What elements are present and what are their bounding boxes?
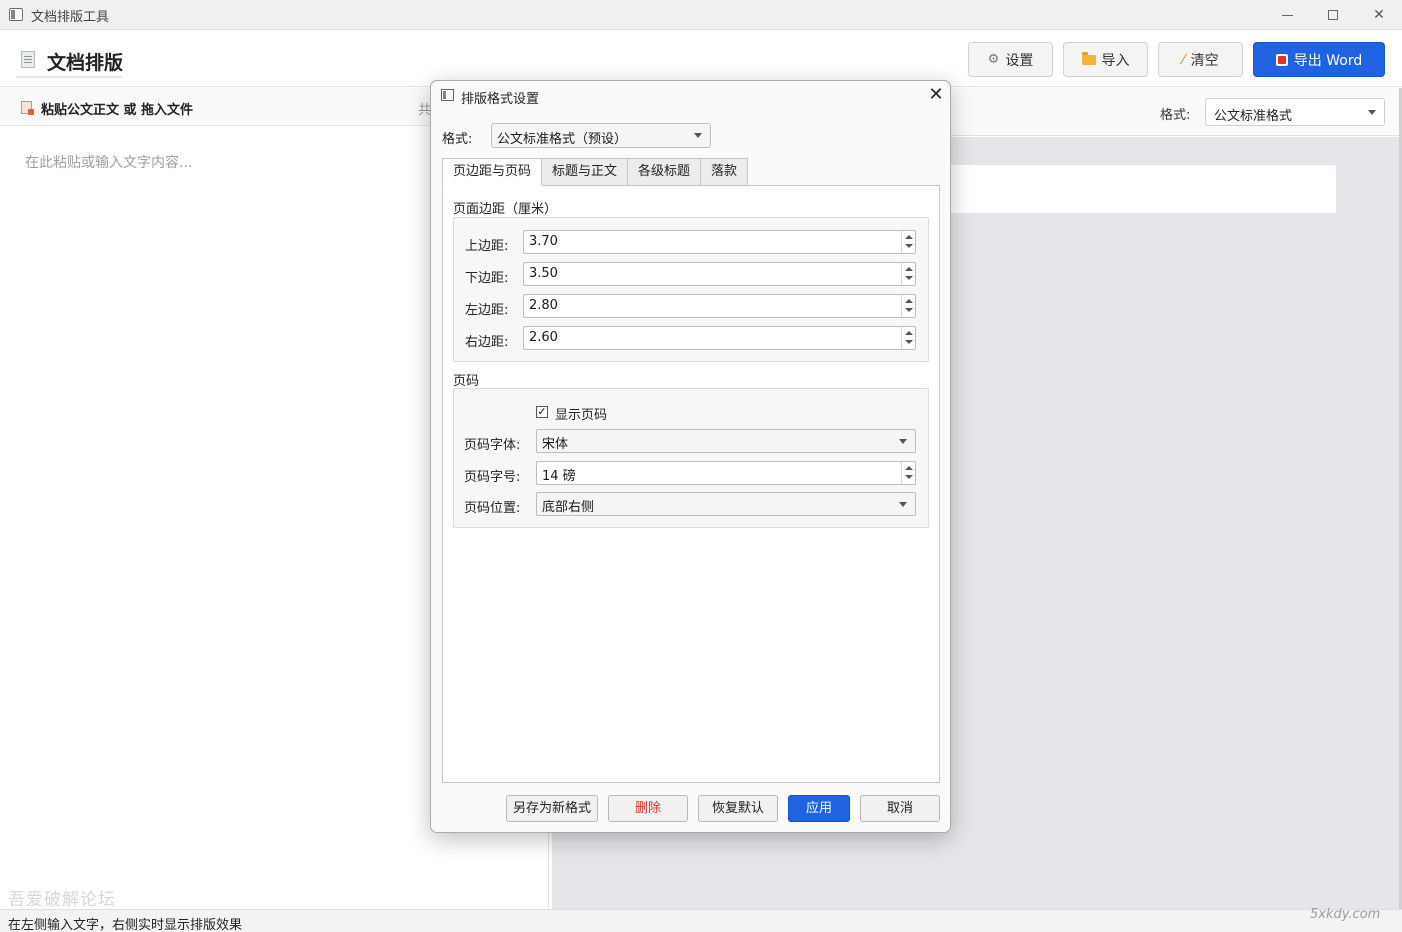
spin-arrows-icon[interactable] — [901, 263, 915, 285]
restore-default-button[interactable]: 恢复默认 — [698, 795, 778, 822]
dialog-format-value: 公文标准格式（预设） — [497, 132, 628, 147]
watermark-left: 吾爱破解论坛 — [8, 890, 116, 910]
spin-arrows-icon[interactable] — [901, 231, 915, 253]
format-label: 格式: — [1160, 108, 1191, 123]
pagenum-size-input[interactable]: 14 磅 — [536, 461, 916, 485]
settings-button[interactable]: ⚙ 设置 — [968, 42, 1053, 77]
document-icon — [21, 51, 35, 68]
top-margin-value: 3.70 — [529, 234, 558, 249]
folder-icon — [1081, 51, 1096, 65]
title-divider — [16, 76, 122, 78]
tab-panel-margins: 页面边距（厘米） 上边距: 3.70 下边距: 3.50 左边距: 2.80 右… — [442, 185, 940, 783]
pagenum-position-label: 页码位置: — [464, 501, 521, 516]
app-icon — [9, 8, 23, 21]
pagenum-font-select[interactable]: 宋体 — [536, 429, 916, 453]
spin-arrows-icon[interactable] — [901, 295, 915, 317]
dialog-format-select[interactable]: 公文标准格式（预设） — [491, 123, 711, 148]
watermark-right: 5xkdy.com — [1310, 907, 1381, 922]
close-window-button[interactable]: ✕ — [1356, 0, 1402, 30]
pagenum-font-value: 宋体 — [542, 437, 569, 452]
dialog-title: 排版格式设置 — [461, 92, 540, 107]
pagenum-size-value: 14 磅 — [542, 469, 576, 484]
dialog-format-label: 格式: — [442, 132, 473, 147]
tab-margins-pagenum[interactable]: 页边距与页码 — [442, 158, 543, 186]
right-margin-input[interactable]: 2.60 — [523, 326, 916, 350]
minimize-button[interactable] — [1264, 0, 1310, 30]
status-message: 在左侧输入文字，右侧实时显示排版效果 — [8, 918, 243, 932]
status-bar: 在左侧输入文字，右侧实时显示排版效果 — [0, 909, 1402, 932]
bottom-margin-label: 下边距: — [465, 271, 509, 286]
top-margin-input[interactable]: 3.70 — [523, 230, 916, 254]
gear-icon: ⚙ — [987, 52, 1000, 67]
window-titlebar: 文档排版工具 ✕ — [0, 0, 1402, 30]
clear-button[interactable]: ⁄ 清空 — [1158, 42, 1243, 77]
top-margin-label: 上边距: — [465, 239, 509, 254]
text-input-placeholder: 在此粘贴或输入文字内容... — [25, 155, 193, 171]
pagenum-font-label: 页码字体: — [464, 438, 521, 453]
show-pagenum-label: 显示页码 — [555, 408, 608, 423]
cancel-button[interactable]: 取消 — [860, 795, 940, 822]
left-margin-input[interactable]: 2.80 — [523, 294, 916, 318]
format-settings-dialog: 排版格式设置 ✕ 格式: 公文标准格式（预设） 页边距与页码 标题与正文 各级标… — [430, 80, 951, 833]
format-select[interactable]: 公文标准格式 — [1205, 98, 1385, 126]
tab-title-body[interactable]: 标题与正文 — [541, 158, 629, 185]
export-word-button[interactable]: 导出 Word — [1253, 42, 1385, 77]
word-icon — [1275, 53, 1288, 66]
right-margin-label: 右边距: — [465, 335, 509, 350]
save-as-new-format-button[interactable]: 另存为新格式 — [506, 795, 598, 822]
import-button[interactable]: 导入 — [1063, 42, 1148, 77]
brush-icon: ⁄ — [1182, 51, 1185, 68]
import-button-label: 导入 — [1101, 52, 1130, 69]
input-panel-title: 粘贴公文正文 或 拖入文件 — [41, 103, 194, 118]
preview-page — [950, 165, 1336, 213]
left-margin-label: 左边距: — [465, 303, 509, 318]
clear-button-label: 清空 — [1190, 52, 1219, 69]
margins-group: 上边距: 3.70 下边距: 3.50 左边距: 2.80 右边距: 2.60 — [453, 217, 929, 362]
margins-group-title: 页面边距（厘米） — [453, 202, 558, 217]
show-pagenum-checkbox[interactable]: ✓ — [536, 406, 548, 418]
spin-arrows-icon[interactable] — [901, 462, 915, 484]
tab-signature[interactable]: 落款 — [700, 158, 749, 185]
tab-heading-levels[interactable]: 各级标题 — [627, 158, 702, 185]
settings-button-label: 设置 — [1005, 52, 1034, 69]
pagenum-group-title: 页码 — [453, 374, 480, 389]
export-button-label: 导出 Word — [1293, 52, 1363, 69]
settings-tabs: 页边距与页码 标题与正文 各级标题 落款 — [442, 158, 749, 186]
delete-format-button[interactable]: 删除 — [608, 795, 688, 822]
maximize-button[interactable] — [1310, 0, 1356, 30]
format-select-value: 公文标准格式 — [1214, 109, 1293, 124]
pagenum-size-label: 页码字号: — [464, 470, 521, 485]
spin-arrows-icon[interactable] — [901, 327, 915, 349]
window-title: 文档排版工具 — [31, 10, 110, 25]
paste-icon — [21, 101, 34, 115]
chevron-down-icon — [899, 502, 907, 507]
page-title: 文档排版 — [47, 52, 124, 74]
bottom-margin-value: 3.50 — [529, 266, 558, 281]
apply-button[interactable]: 应用 — [788, 795, 850, 822]
chevron-down-icon — [1368, 110, 1376, 115]
left-margin-value: 2.80 — [529, 298, 558, 313]
chevron-down-icon — [694, 133, 702, 138]
bottom-margin-input[interactable]: 3.50 — [523, 262, 916, 286]
chevron-down-icon — [899, 439, 907, 444]
dialog-titlebar: 排版格式设置 ✕ — [431, 81, 950, 111]
toolbar: 文档排版 ⚙ 设置 导入 ⁄ 清空 导出 Word — [0, 30, 1402, 87]
dialog-app-icon — [441, 89, 454, 101]
right-margin-value: 2.60 — [529, 330, 558, 345]
close-icon[interactable]: ✕ — [925, 85, 947, 107]
pagenum-group: ✓ 显示页码 页码字体: 宋体 页码字号: 14 磅 页码位置: 底部右侧 — [453, 388, 929, 528]
pagenum-position-select[interactable]: 底部右侧 — [536, 492, 916, 516]
pagenum-position-value: 底部右侧 — [542, 500, 595, 515]
